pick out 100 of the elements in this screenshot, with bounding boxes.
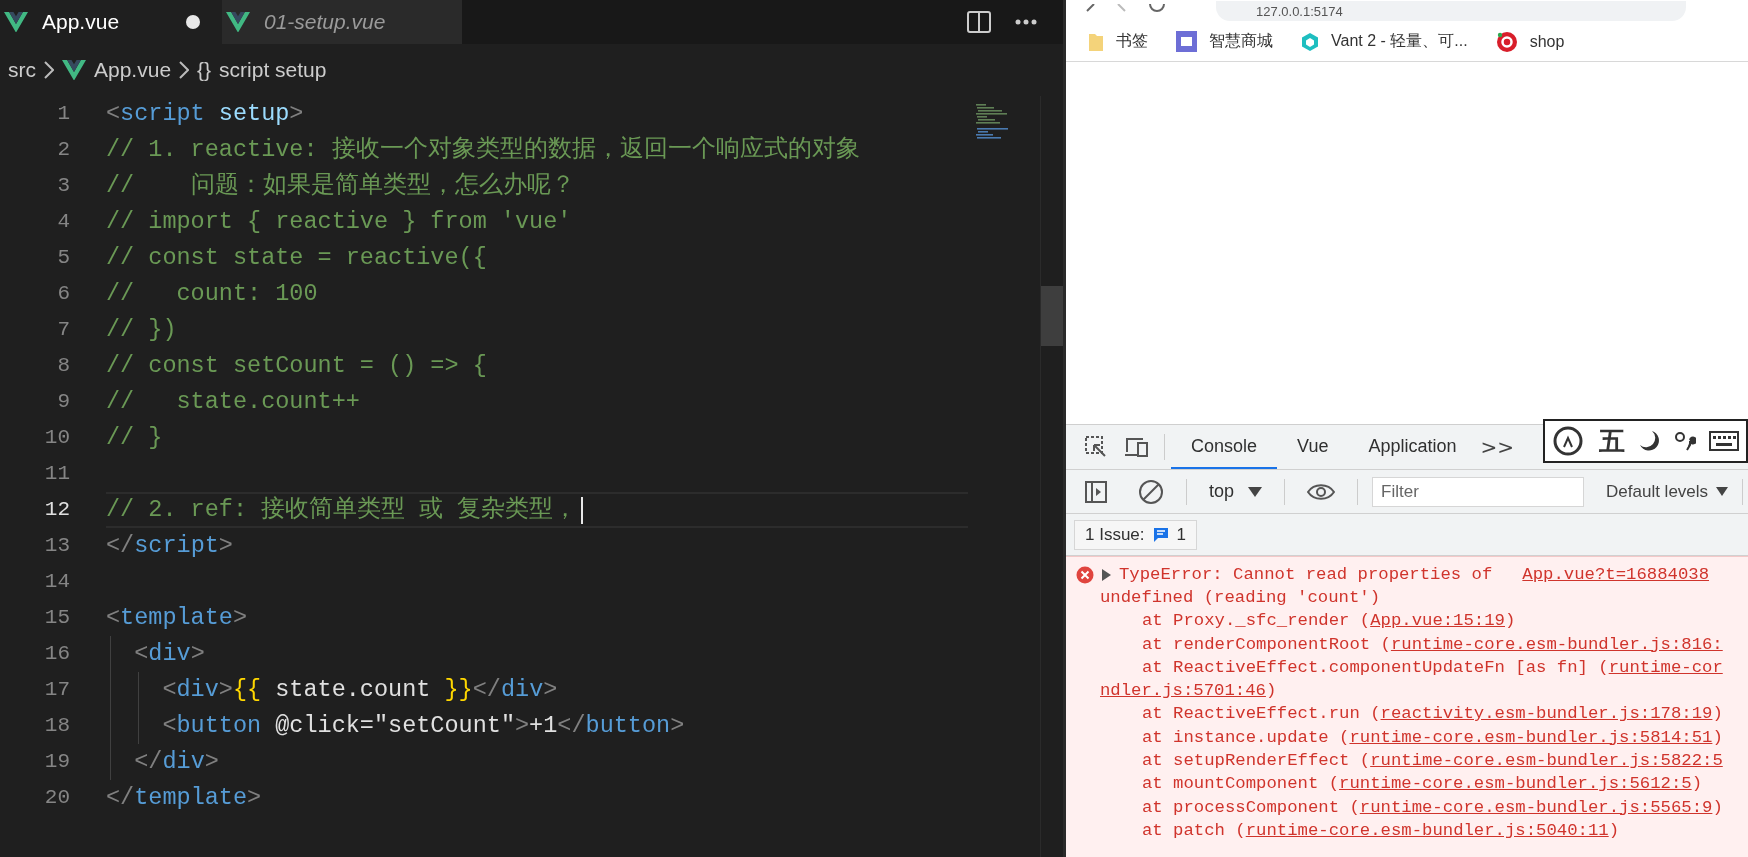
moon-icon[interactable] bbox=[1638, 429, 1661, 453]
more-icon[interactable] bbox=[1015, 19, 1037, 25]
source-link[interactable]: runtime-cor bbox=[1608, 657, 1723, 677]
line-number: 13 bbox=[43, 533, 70, 559]
breadcrumb[interactable]: script setup bbox=[219, 58, 327, 82]
bookmark[interactable]: 智慧商城 bbox=[1176, 31, 1273, 52]
code-line: <div>{{ state.count }}</div> bbox=[161, 676, 558, 704]
line-number: 2 bbox=[56, 137, 70, 163]
source-link[interactable]: runtime-core.esm-bundler.js:816: bbox=[1390, 634, 1723, 654]
devtools-tab[interactable]: Vue bbox=[1277, 425, 1349, 469]
caret-icon bbox=[1248, 486, 1263, 497]
stack-frame: at renderComponentRoot ( bbox=[1142, 634, 1391, 654]
code-line: </script> bbox=[106, 532, 233, 560]
braces-symbol: {} bbox=[197, 58, 212, 82]
source-link[interactable]: App.vue?t=16884038 bbox=[1522, 565, 1709, 584]
code-line: // 1. reactive: 接收一个对象类型的数据，返回一个响应式的对象 bbox=[106, 136, 860, 164]
closing-paren: ) bbox=[1712, 797, 1723, 817]
code-line: <button @click="setCount">+1</button> bbox=[161, 712, 685, 740]
folder-icon bbox=[1088, 31, 1104, 52]
split-editor-icon[interactable] bbox=[967, 11, 991, 33]
line-number: 9 bbox=[56, 389, 70, 415]
log-levels-dropdown[interactable]: Default levels bbox=[1606, 481, 1729, 502]
code-line: <div> bbox=[133, 640, 205, 668]
hexagon-logo-icon bbox=[1301, 31, 1319, 52]
stack-frame: at setupRenderEffect ( bbox=[1142, 751, 1371, 771]
source-link[interactable]: runtime-core.esm-bundler.js:5040:11 bbox=[1245, 820, 1609, 840]
code-line: // } bbox=[106, 424, 163, 452]
line-number: 5 bbox=[56, 245, 70, 271]
editor-tab[interactable]: App.vue bbox=[0, 0, 222, 44]
source-link[interactable]: runtime-core.esm-bundler.js:5565:9 bbox=[1359, 797, 1713, 817]
line-number: 16 bbox=[43, 641, 70, 667]
keyboard-icon[interactable] bbox=[1709, 431, 1740, 451]
bookmark[interactable]: Vant 2 - 轻量、可... bbox=[1301, 31, 1468, 52]
code-line: // }) bbox=[106, 316, 177, 344]
code-line: <template> bbox=[106, 604, 248, 632]
scrollbar-thumb[interactable] bbox=[1041, 286, 1063, 346]
punctuation-icon[interactable] bbox=[1673, 430, 1696, 452]
code-line: // count: 100 bbox=[106, 280, 318, 308]
code-line: // const state = reactive({ bbox=[106, 244, 487, 272]
code-line: </div> bbox=[133, 748, 219, 776]
code-line: <script setup> bbox=[106, 100, 304, 128]
vue-logo-icon bbox=[62, 59, 86, 81]
filter-field[interactable]: Filter bbox=[1372, 476, 1585, 507]
source-link[interactable]: runtime-core.esm-bundler.js:5814:51 bbox=[1349, 727, 1713, 747]
closing-paren: ) bbox=[1712, 727, 1723, 747]
error-icon bbox=[1076, 565, 1094, 584]
line-number: 3 bbox=[56, 173, 70, 199]
expand-triangle-icon[interactable] bbox=[1102, 568, 1111, 581]
closing-paren: ) bbox=[1691, 774, 1703, 794]
closing-paren: ) bbox=[1712, 704, 1723, 724]
source-link[interactable]: runtime-core.esm-bundler.js:5822:5 bbox=[1370, 751, 1723, 771]
issues-button[interactable]: 1 Issue: 1 bbox=[1074, 519, 1197, 550]
line-number: 6 bbox=[56, 281, 70, 307]
line-number: 18 bbox=[43, 713, 70, 739]
source-link[interactable]: reactivity.esm-bundler.js:178:19 bbox=[1380, 704, 1713, 724]
line-number: 8 bbox=[56, 353, 70, 379]
line-number: 19 bbox=[43, 749, 70, 775]
line-number: 15 bbox=[43, 605, 70, 631]
closing-paren: ) bbox=[1505, 611, 1516, 631]
vue-logo-icon bbox=[226, 11, 250, 33]
stack-frame: at processComponent ( bbox=[1142, 797, 1360, 817]
text-cursor bbox=[581, 496, 584, 524]
line-number: 11 bbox=[43, 461, 70, 487]
stack-frame: at Proxy._sfc_render ( bbox=[1142, 611, 1371, 631]
message-icon bbox=[1152, 526, 1169, 543]
more-tabs-button[interactable]: >> bbox=[1480, 435, 1514, 459]
chevron-icon bbox=[179, 61, 190, 79]
code-line: // import { reactive } from 'vue' bbox=[106, 208, 572, 236]
context-selector[interactable]: top bbox=[1201, 481, 1271, 502]
chevron-icon bbox=[44, 61, 54, 79]
bookmark[interactable]: 书签 bbox=[1088, 31, 1148, 52]
caret-icon bbox=[1716, 487, 1729, 496]
input-mode[interactable]: 五 bbox=[1599, 423, 1626, 459]
source-link[interactable]: App.vue:15:19 bbox=[1370, 611, 1505, 631]
source-link[interactable]: ndler.js:5701:46 bbox=[1100, 681, 1266, 701]
error-message: undefined (reading 'count') bbox=[1100, 588, 1380, 607]
vue-logo-icon bbox=[4, 11, 28, 33]
line-number: 7 bbox=[56, 317, 70, 343]
stack-frame: at instance.update ( bbox=[1142, 727, 1350, 747]
stack-frame: at ReactiveEffect.run ( bbox=[1142, 704, 1381, 724]
line-number: 4 bbox=[56, 209, 70, 235]
bookmark[interactable]: shop bbox=[1495, 30, 1565, 53]
code-line: </template> bbox=[106, 784, 262, 812]
address-bar[interactable]: 127.0.0.1:5174 bbox=[1216, 1, 1686, 21]
editor-tab[interactable]: 01-setup.vue bbox=[222, 0, 462, 44]
devtools-tab[interactable]: Console bbox=[1171, 425, 1278, 469]
error-message: TypeError: Cannot read properties of bbox=[1119, 565, 1493, 584]
line-number: 10 bbox=[43, 425, 70, 451]
code-line: // 问题：如果是简单类型，怎么办呢？ bbox=[106, 172, 575, 200]
stack-frame: at patch ( bbox=[1142, 820, 1246, 840]
breadcrumb[interactable]: src bbox=[8, 58, 36, 82]
line-number: 20 bbox=[43, 785, 70, 811]
stack-frame: at ReactiveEffect.componentUpdateFn [as fn] ( bbox=[1142, 657, 1609, 677]
closing-paren: ) bbox=[1265, 681, 1277, 701]
source-link[interactable]: runtime-core.esm-bundler.js:5612:5 bbox=[1339, 774, 1692, 794]
code-line: // const setCount = () => { bbox=[106, 352, 487, 380]
line-number: 14 bbox=[43, 569, 70, 595]
devtools-tab[interactable]: Application bbox=[1348, 425, 1477, 469]
shop-logo-icon bbox=[1495, 30, 1518, 53]
breadcrumb[interactable]: App.vue bbox=[94, 58, 172, 82]
